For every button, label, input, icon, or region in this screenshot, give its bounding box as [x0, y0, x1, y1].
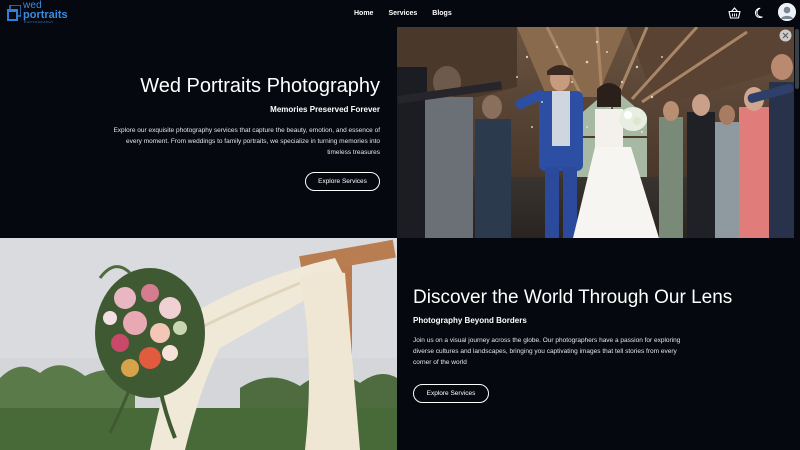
- user-icon: [778, 3, 796, 21]
- basket-icon[interactable]: [728, 7, 741, 19]
- hero-section: Wed Portraits Photography Memories Prese…: [0, 27, 397, 238]
- scrollbar[interactable]: [794, 27, 800, 450]
- page: wed portraits PHOTOGRAPHY Home Services …: [0, 0, 800, 450]
- wedding-arch-flowers-photo: [0, 238, 397, 450]
- moon-icon[interactable]: [754, 7, 766, 19]
- header-actions: [680, 0, 800, 27]
- discover-title: Discover the World Through Our Lens: [413, 287, 733, 308]
- navbar: wed portraits PHOTOGRAPHY Home Services …: [0, 0, 800, 27]
- logo-text-sub: PHOTOGRAPHY: [24, 20, 54, 24]
- discover-section: Discover the World Through Our Lens Phot…: [397, 238, 794, 450]
- discover-description: Join us on a visual journey across the g…: [413, 337, 681, 366]
- hero-subtitle: Memories Preserved Forever: [270, 105, 380, 114]
- discover-subtitle: Photography Beyond Borders: [413, 316, 527, 325]
- nav-links: Home Services Blogs: [354, 8, 452, 20]
- brand-logo[interactable]: wed portraits PHOTOGRAPHY: [7, 1, 69, 24]
- hero-explore-services-button[interactable]: Explore Services: [305, 172, 380, 191]
- logo-camera-icon: [7, 5, 21, 21]
- discover-explore-services-button[interactable]: Explore Services: [413, 384, 489, 403]
- close-icon[interactable]: [779, 29, 792, 42]
- wedding-couple-photo: [397, 27, 794, 238]
- hero-description: Explore our exquisite photography servic…: [113, 127, 380, 156]
- nav-link-home[interactable]: Home: [354, 8, 373, 20]
- nav-link-blogs[interactable]: Blogs: [432, 8, 451, 20]
- avatar[interactable]: [778, 3, 796, 21]
- nav-link-services[interactable]: Services: [388, 8, 417, 20]
- scrollbar-thumb[interactable]: [795, 29, 799, 89]
- hero-title: Wed Portraits Photography: [140, 75, 380, 97]
